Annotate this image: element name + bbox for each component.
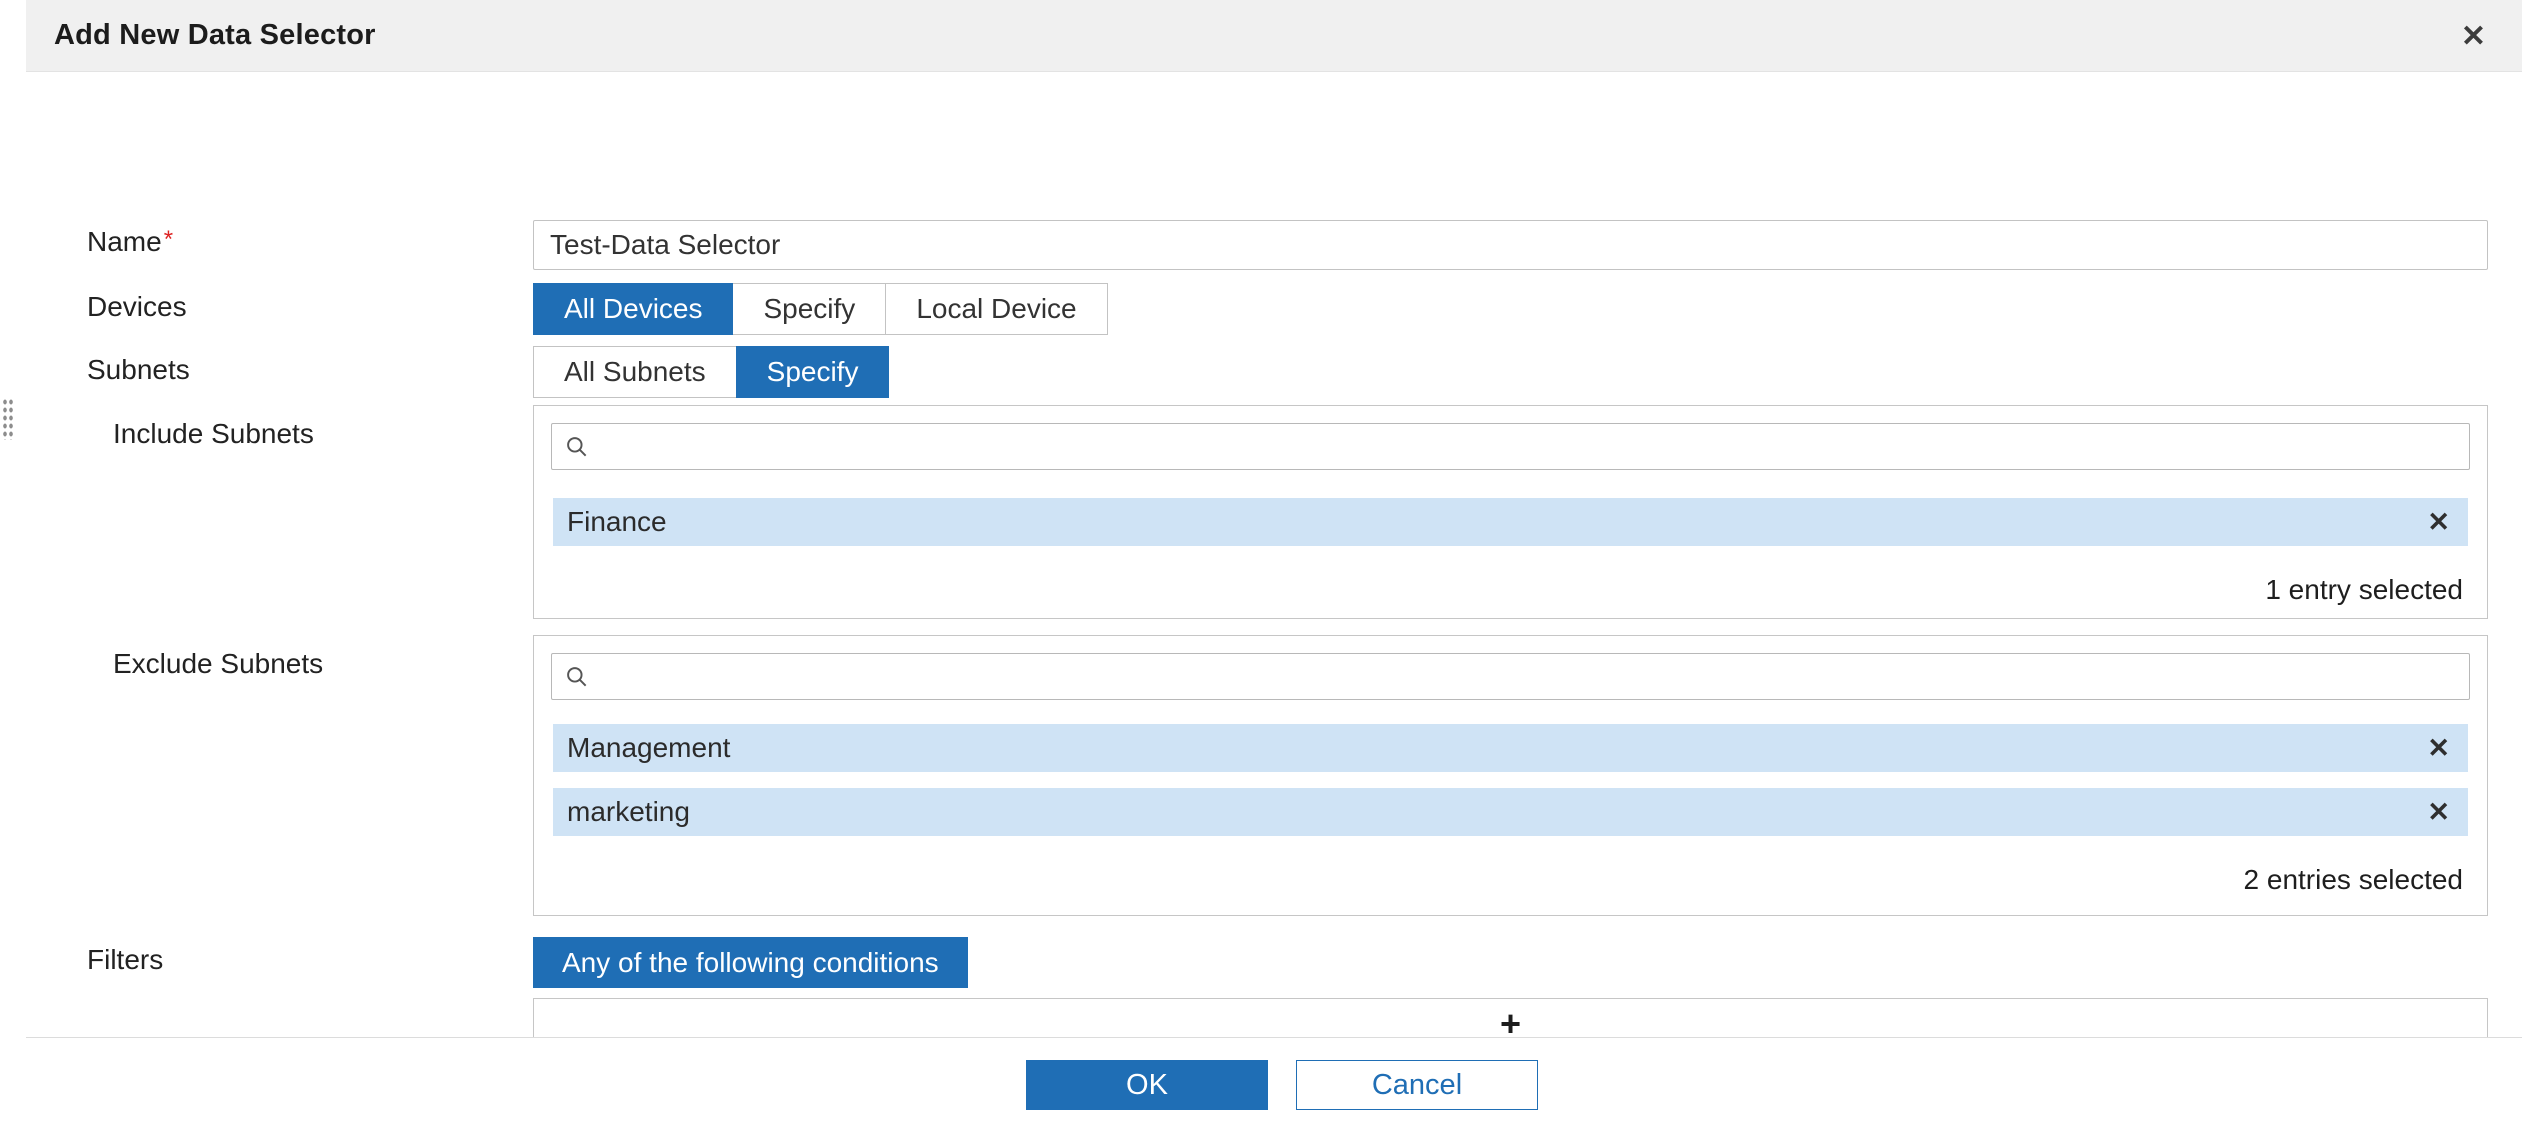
search-icon	[564, 434, 590, 460]
include-subnets-summary: 1 entry selected	[2265, 574, 2463, 606]
dialog-body: Name* Devices All Devices Specify Local …	[26, 72, 2522, 1038]
search-icon	[564, 664, 590, 690]
subnets-option-all-subnets[interactable]: All Subnets	[533, 346, 737, 398]
exclude-subnet-entry-label: marketing	[567, 796, 690, 828]
include-subnet-entry-label: Finance	[567, 506, 667, 538]
include-subnets-search-input[interactable]	[590, 424, 2469, 469]
exclude-subnet-entry-label: Management	[567, 732, 730, 764]
dialog-footer: OK Cancel	[26, 1037, 2522, 1134]
remove-entry-icon[interactable]: ✕	[2427, 733, 2450, 764]
include-subnet-entry: Finance ✕	[553, 498, 2468, 546]
include-subnets-box: Finance ✕ 1 entry selected	[533, 405, 2488, 619]
devices-option-all-devices[interactable]: All Devices	[533, 283, 733, 335]
exclude-subnet-entry: Management ✕	[553, 724, 2468, 772]
exclude-subnet-entry: marketing ✕	[553, 788, 2468, 836]
close-icon[interactable]: ✕	[2461, 0, 2486, 72]
remove-entry-icon[interactable]: ✕	[2427, 797, 2450, 828]
include-subnets-search	[551, 423, 2470, 470]
dialog-title: Add New Data Selector	[54, 19, 376, 52]
cancel-button[interactable]: Cancel	[1296, 1060, 1538, 1110]
exclude-subnets-box: Management ✕ marketing ✕ 2 entries selec…	[533, 635, 2488, 916]
include-subnets-label: Include Subnets	[113, 418, 314, 450]
required-marker: *	[164, 226, 173, 253]
ok-button[interactable]: OK	[1026, 1060, 1268, 1110]
exclude-subnets-search-input[interactable]	[590, 654, 2469, 699]
devices-option-specify[interactable]: Specify	[732, 283, 886, 335]
subnets-label: Subnets	[87, 354, 190, 386]
name-label-text: Name	[87, 226, 162, 257]
drag-handle-icon[interactable]	[2, 398, 15, 440]
devices-button-group: All Devices Specify Local Device	[533, 283, 1108, 335]
subnets-button-group: All Subnets Specify	[533, 346, 889, 398]
name-label: Name*	[87, 226, 173, 258]
exclude-subnets-search	[551, 653, 2470, 700]
exclude-subnets-summary: 2 entries selected	[2244, 864, 2463, 896]
devices-label: Devices	[87, 291, 187, 323]
exclude-subnets-label: Exclude Subnets	[113, 648, 323, 680]
remove-entry-icon[interactable]: ✕	[2427, 507, 2450, 538]
devices-option-local-device[interactable]: Local Device	[885, 283, 1107, 335]
dialog-header: Add New Data Selector ✕	[26, 0, 2522, 72]
name-input[interactable]	[533, 220, 2488, 270]
filters-condition-button[interactable]: Any of the following conditions	[533, 937, 968, 988]
filters-label: Filters	[87, 944, 163, 976]
subnets-option-specify[interactable]: Specify	[736, 346, 890, 398]
